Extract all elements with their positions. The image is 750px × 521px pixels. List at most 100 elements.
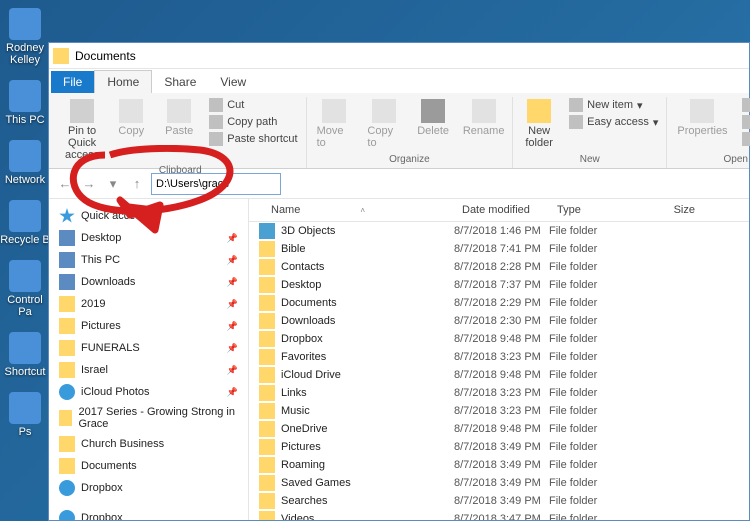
delete-button[interactable]: Delete [413, 97, 453, 152]
copy-path-button[interactable]: Copy path [207, 114, 299, 130]
col-name[interactable]: Name˄ [249, 199, 454, 221]
nav-item[interactable]: This PC📌 [53, 249, 244, 271]
nav-item[interactable]: Dropbox [53, 477, 244, 499]
col-date[interactable]: Date modified [454, 199, 549, 221]
up-button[interactable]: ↑ [127, 174, 147, 194]
address-input[interactable] [156, 178, 276, 190]
file-row[interactable]: 3D Objects8/7/2018 1:46 PMFile folder [249, 222, 749, 240]
address-input-box[interactable] [151, 173, 281, 195]
forward-button[interactable]: → [79, 174, 99, 194]
nav-item[interactable]: Quick access [53, 205, 244, 227]
rename-button[interactable]: Rename [461, 97, 506, 152]
col-type[interactable]: Type [549, 199, 644, 221]
nav-item[interactable]: Church Business [53, 433, 244, 455]
desktop-icon[interactable]: Rodney Kelley [0, 8, 50, 66]
file-row[interactable]: Downloads8/7/2018 2:30 PMFile folder [249, 312, 749, 330]
navigation-pane[interactable]: Quick accessDesktop📌This PC📌Downloads📌20… [49, 199, 249, 520]
nav-item[interactable]: 2017 Series - Growing Strong in Grace [53, 403, 244, 433]
file-row[interactable]: Links8/7/2018 3:23 PMFile folder [249, 384, 749, 402]
file-row[interactable]: Bible8/7/2018 7:41 PMFile folder [249, 240, 749, 258]
group-label-organize: Organize [389, 152, 430, 168]
nav-item[interactable]: Dropbox [53, 507, 244, 520]
desktop-icon-label: Network [0, 174, 50, 186]
file-type: File folder [549, 387, 644, 399]
file-date: 8/7/2018 9:48 PM [454, 333, 549, 345]
copy-icon [119, 99, 143, 123]
nav-item-label: 2019 [81, 298, 105, 310]
nav-item[interactable]: Pictures📌 [53, 315, 244, 337]
file-date: 8/7/2018 3:23 PM [454, 405, 549, 417]
new-folder-button[interactable]: New folder [519, 97, 559, 152]
nav-item[interactable]: Downloads📌 [53, 271, 244, 293]
pin-quick-access-button[interactable]: Pin to Quick access [61, 97, 103, 163]
folder-icon [59, 410, 72, 426]
nav-item[interactable]: Documents [53, 455, 244, 477]
desktop-icon[interactable]: Control Pa [0, 260, 50, 318]
open-stack: Open▾ Edit History [740, 97, 750, 152]
tab-home[interactable]: Home [94, 70, 152, 93]
paste-shortcut-button[interactable]: Paste shortcut [207, 131, 299, 147]
file-row[interactable]: Dropbox8/7/2018 9:48 PMFile folder [249, 330, 749, 348]
file-row[interactable]: Searches8/7/2018 3:49 PMFile folder [249, 492, 749, 510]
nav-item[interactable]: Desktop📌 [53, 227, 244, 249]
file-name: Dropbox [281, 333, 323, 345]
paste-button[interactable]: Paste [159, 97, 199, 163]
desktop-icon[interactable]: Recycle B [0, 200, 50, 246]
cut-button[interactable]: Cut [207, 97, 299, 113]
col-size[interactable]: Size [644, 199, 704, 221]
file-date: 8/7/2018 1:46 PM [454, 225, 549, 237]
folder-icon [59, 252, 75, 268]
file-list[interactable]: Name˄ Date modified Type Size 3D Objects… [249, 199, 749, 520]
nav-item[interactable]: Israel📌 [53, 359, 244, 381]
chevron-down-icon: ▾ [637, 99, 643, 112]
file-row[interactable]: Saved Games8/7/2018 3:49 PMFile folder [249, 474, 749, 492]
tab-file[interactable]: File [51, 71, 94, 93]
ribbon: Pin to Quick access Copy Paste Cut Copy … [49, 93, 749, 169]
file-row[interactable]: Desktop8/7/2018 7:37 PMFile folder [249, 276, 749, 294]
paste-shortcut-icon [209, 132, 223, 146]
desktop-icon[interactable]: Shortcut [0, 332, 50, 378]
tab-share[interactable]: Share [152, 71, 208, 93]
desktop-icon-label: This PC [0, 114, 50, 126]
file-type: File folder [549, 495, 644, 507]
desktop-icon[interactable]: This PC [0, 80, 50, 126]
file-row[interactable]: Music8/7/2018 3:23 PMFile folder [249, 402, 749, 420]
nav-item[interactable]: iCloud Photos📌 [53, 381, 244, 403]
desktop-icon[interactable]: Network [0, 140, 50, 186]
desktop-icon[interactable]: Ps [0, 392, 50, 438]
nav-item-label: Documents [81, 460, 137, 472]
nav-item[interactable]: FUNERALS📌 [53, 337, 244, 359]
open-button[interactable]: Open▾ [740, 97, 750, 113]
file-icon [259, 295, 275, 311]
new-item-button[interactable]: New item▾ [567, 97, 660, 113]
file-row[interactable]: Documents8/7/2018 2:29 PMFile folder [249, 294, 749, 312]
back-button[interactable]: ← [55, 174, 75, 194]
nav-item-label: Church Business [81, 438, 164, 450]
folder-icon [59, 230, 75, 246]
recent-locations-button[interactable]: ▾ [103, 174, 123, 194]
pin-icon [70, 99, 94, 123]
file-row[interactable]: Videos8/7/2018 3:47 PMFile folder [249, 510, 749, 520]
file-date: 8/7/2018 2:28 PM [454, 261, 549, 273]
window-title: Documents [75, 49, 136, 63]
file-name: Desktop [281, 279, 321, 291]
desktop-icon-label: Shortcut [0, 366, 50, 378]
file-row[interactable]: OneDrive8/7/2018 9:48 PMFile folder [249, 420, 749, 438]
copy-to-button[interactable]: Copy to [363, 97, 405, 152]
file-row[interactable]: Contacts8/7/2018 2:28 PMFile folder [249, 258, 749, 276]
file-row[interactable]: Favorites8/7/2018 3:23 PMFile folder [249, 348, 749, 366]
titlebar[interactable]: Documents [49, 43, 749, 69]
easy-access-button[interactable]: Easy access▾ [567, 114, 660, 130]
tab-view[interactable]: View [208, 71, 258, 93]
history-button[interactable]: History [740, 131, 750, 147]
nav-item[interactable]: 2019📌 [53, 293, 244, 315]
copy-button[interactable]: Copy [111, 97, 151, 163]
edit-button[interactable]: Edit [740, 114, 750, 130]
move-to-button[interactable]: Move to [313, 97, 356, 152]
properties-button[interactable]: Properties [673, 97, 731, 152]
file-row[interactable]: Pictures8/7/2018 3:49 PMFile folder [249, 438, 749, 456]
file-row[interactable]: Roaming8/7/2018 3:49 PMFile folder [249, 456, 749, 474]
file-icon [259, 259, 275, 275]
ribbon-group-clipboard: Pin to Quick access Copy Paste Cut Copy … [55, 97, 307, 168]
file-row[interactable]: iCloud Drive8/7/2018 9:48 PMFile folder [249, 366, 749, 384]
